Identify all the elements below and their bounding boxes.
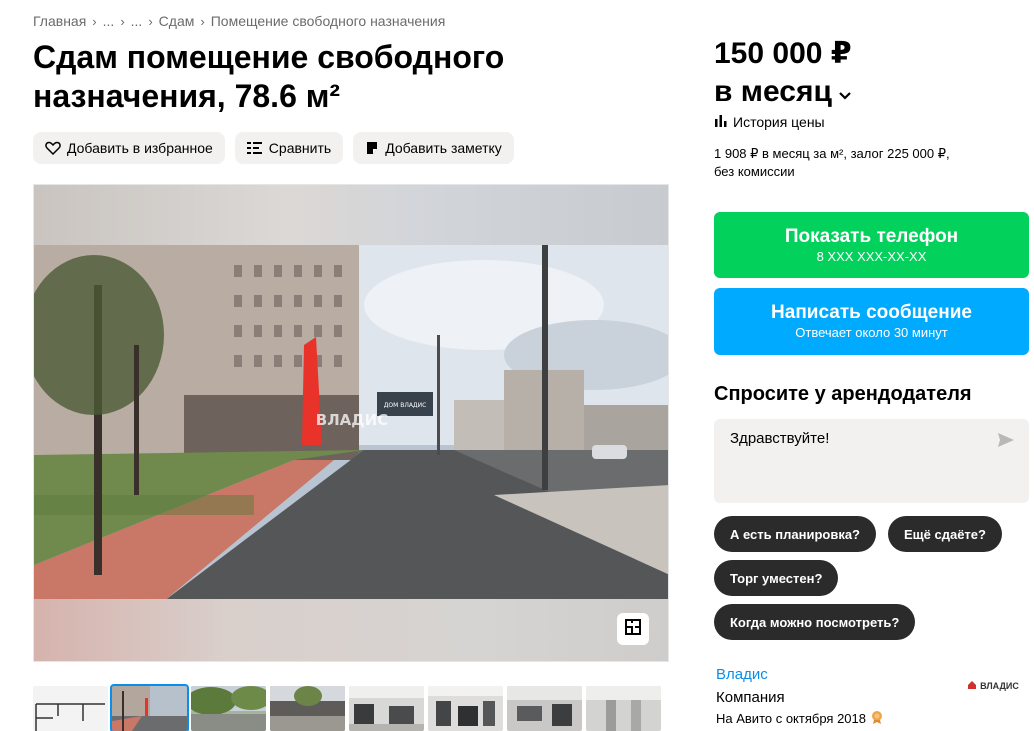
bar-chart-icon — [714, 114, 728, 130]
chevron-down-icon — [838, 73, 852, 111]
thumbnail[interactable] — [507, 686, 582, 731]
price-block: 150 000 ₽ в месяц — [714, 35, 852, 111]
thumbnail[interactable] — [586, 686, 661, 731]
price-history-link[interactable]: История цены — [714, 114, 825, 130]
breadcrumb-home[interactable]: Главная — [33, 13, 86, 29]
price-details-line2: без комиссии — [714, 164, 795, 179]
quick-question-chip[interactable]: А есть планировка? — [714, 516, 876, 552]
breadcrumb-ellipsis-1[interactable]: ... — [103, 13, 115, 29]
heart-icon — [45, 141, 61, 155]
photo-gallery[interactable]: ДОМ ВЛАДИС ВЛАДИС — [33, 184, 669, 662]
chevron-right-icon: › — [92, 13, 97, 29]
seller-logo[interactable]: ВЛАДИС — [960, 672, 1026, 700]
thumbnail-strip — [33, 684, 661, 731]
watermark-text: ВЛАДИС — [316, 411, 388, 429]
gallery-blur-top — [34, 185, 668, 245]
breadcrumb-rent[interactable]: Сдам — [159, 13, 195, 29]
gallery-blur-bottom — [34, 599, 668, 661]
compare-icon — [246, 141, 263, 155]
chevron-right-icon: › — [120, 13, 125, 29]
breadcrumb-ellipsis-2[interactable]: ... — [131, 13, 143, 29]
add-note-button[interactable]: Добавить заметку — [353, 132, 514, 164]
compare-button[interactable]: Сравнить — [234, 132, 344, 164]
thumbnail[interactable] — [110, 684, 189, 731]
breadcrumb: Главная › ... › ... › Сдам › Помещение с… — [33, 13, 445, 29]
write-message-label: Написать сообщение — [771, 302, 972, 323]
floor-plan-button[interactable] — [617, 613, 649, 645]
chevron-right-icon: › — [200, 13, 205, 29]
thumbnail[interactable] — [349, 686, 424, 731]
show-phone-button[interactable]: Показать телефон 8 XXX XXX-XX-XX — [714, 212, 1029, 278]
medal-icon — [870, 710, 884, 727]
seller-logo-text: ВЛАДИС — [980, 681, 1019, 691]
write-message-button[interactable]: Написать сообщение Отвечает около 30 мин… — [714, 288, 1029, 355]
seller-since-text: На Авито с октября 2018 — [716, 711, 866, 726]
add-favorite-label: Добавить в избранное — [67, 140, 213, 156]
price-details-line1: 1 908 ₽ в месяц за м², залог 225 000 ₽, — [714, 146, 950, 161]
seller-name-link[interactable]: Владис — [716, 666, 768, 683]
quick-question-chip[interactable]: Торг уместен? — [714, 560, 839, 596]
page-title: Сдам помещение свободного назначения, 78… — [33, 39, 505, 114]
add-favorite-button[interactable]: Добавить в избранное — [33, 132, 225, 164]
quick-question-chip[interactable]: Ещё сдаёте? — [888, 516, 1002, 552]
price-history-label: История цены — [733, 114, 825, 130]
thumbnail[interactable] — [33, 686, 108, 731]
ask-landlord-title: Спросите у арендодателя — [714, 383, 972, 405]
response-time: Отвечает около 30 минут — [795, 325, 948, 340]
seller-since: На Авито с октября 2018 — [716, 710, 884, 727]
breadcrumb-category[interactable]: Помещение свободного назначения — [211, 13, 446, 29]
send-icon[interactable] — [997, 432, 1015, 452]
price-period-toggle[interactable]: в месяц — [714, 73, 852, 111]
compare-label: Сравнить — [268, 140, 332, 156]
thumbnail[interactable] — [270, 686, 345, 731]
seller-type: Компания — [716, 689, 785, 706]
price-period: в месяц — [714, 75, 832, 108]
billboard-text: ДОМ ВЛАДИС — [384, 402, 427, 409]
masked-phone: 8 XXX XXX-XX-XX — [816, 248, 927, 264]
note-icon — [365, 141, 379, 155]
main-photo[interactable]: ДОМ ВЛАДИС ВЛАДИС — [34, 245, 669, 601]
thumbnail[interactable] — [428, 686, 503, 731]
house-icon — [967, 680, 977, 692]
thumbnail[interactable] — [191, 686, 266, 731]
listing-actions: Добавить в избранное Сравнить Добавить з… — [33, 132, 514, 164]
show-phone-label: Показать телефон — [784, 225, 959, 247]
floor-plan-icon — [624, 618, 642, 641]
add-note-label: Добавить заметку — [385, 140, 502, 156]
message-input[interactable]: Здравствуйте! — [714, 419, 1029, 503]
price-details: 1 908 ₽ в месяц за м², залог 225 000 ₽, … — [714, 145, 1004, 181]
price-amount: 150 000 ₽ — [714, 37, 852, 70]
message-input-value: Здравствуйте! — [730, 430, 830, 447]
quick-question-chip[interactable]: Когда можно посмотреть? — [714, 604, 916, 640]
chevron-right-icon: › — [148, 13, 153, 29]
